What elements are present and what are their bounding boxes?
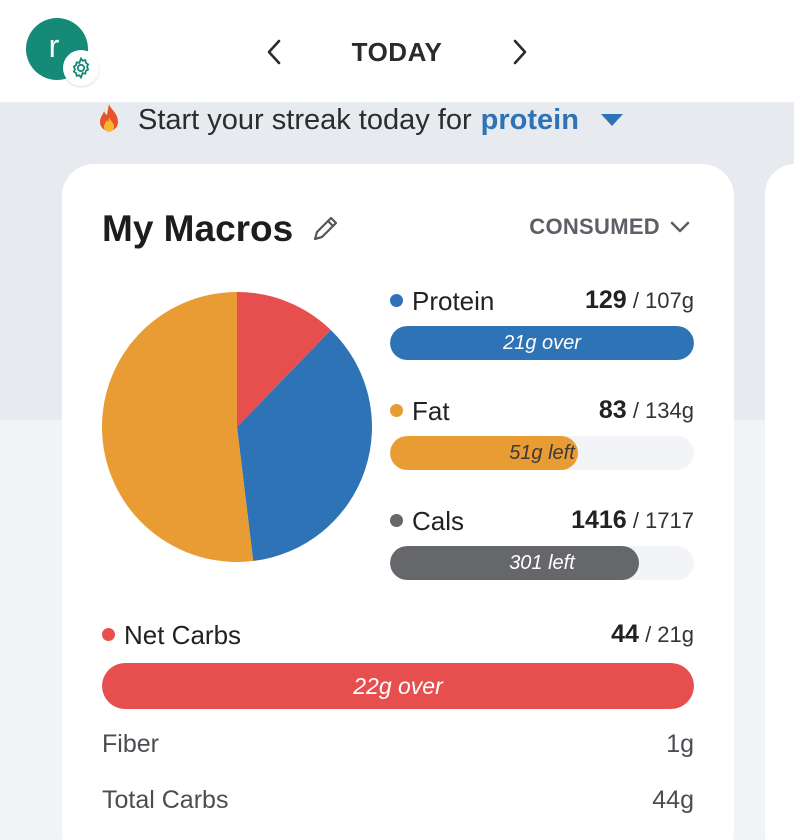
fat-progress-bar: 51g left bbox=[390, 436, 694, 470]
net-carbs-dot bbox=[102, 628, 115, 641]
next-day-button[interactable] bbox=[500, 30, 540, 74]
macros-card: My Macros CONSUMED Protein 129 / 107g 21… bbox=[62, 164, 734, 840]
cals-dot bbox=[390, 514, 403, 527]
fat-row: Fat 83 / 134g 51g left bbox=[390, 396, 694, 470]
caret-down-icon[interactable] bbox=[599, 112, 625, 128]
chevron-left-icon bbox=[267, 39, 281, 65]
chevron-right-icon bbox=[513, 39, 527, 65]
flame-icon bbox=[92, 102, 126, 138]
net-carbs-target: / 21g bbox=[638, 622, 694, 647]
total-carbs-label: Total Carbs bbox=[102, 786, 229, 814]
protein-row: Protein 129 / 107g 21g over bbox=[390, 286, 694, 360]
cals-label: Cals bbox=[390, 506, 464, 537]
streak-text: Start your streak today for bbox=[138, 103, 472, 136]
fat-consumed: 83 bbox=[598, 396, 627, 424]
card-title: My Macros bbox=[102, 208, 341, 250]
net-carbs-consumed: 44 bbox=[611, 620, 639, 648]
avatar-letter: r bbox=[48, 28, 60, 64]
fat-amount: 83 / 134g bbox=[599, 396, 694, 425]
fat-label-text: Fat bbox=[412, 396, 450, 426]
view-mode-label: CONSUMED bbox=[529, 214, 660, 239]
cals-amount: 1416 / 1717 bbox=[571, 506, 694, 535]
net-carbs-status: 22g over bbox=[353, 672, 443, 699]
cals-label-text: Cals bbox=[412, 506, 465, 536]
previous-day-button[interactable] bbox=[254, 30, 294, 74]
fat-label: Fat bbox=[390, 396, 450, 427]
pencil-icon[interactable] bbox=[309, 213, 341, 245]
net-carbs-label: Net Carbs bbox=[102, 620, 241, 651]
protein-progress-bar: 21g over bbox=[390, 326, 694, 360]
top-header: r TODAY bbox=[0, 0, 794, 103]
cals-status: 301 left bbox=[509, 551, 575, 574]
streak-banner[interactable]: Start your streak today for protein bbox=[92, 98, 625, 142]
protein-amount: 129 / 107g bbox=[585, 286, 694, 315]
pie-slice-fat bbox=[101, 292, 254, 562]
cals-progress-bar: 301 left bbox=[390, 546, 694, 580]
streak-macro-selector[interactable]: protein bbox=[481, 104, 579, 137]
fat-dot bbox=[390, 404, 403, 417]
cals-row: Cals 1416 / 1717 301 left bbox=[390, 506, 694, 580]
total-carbs-value: 44g bbox=[652, 786, 694, 814]
protein-dot bbox=[390, 294, 403, 307]
fiber-value: 1g bbox=[666, 730, 694, 758]
protein-consumed: 129 bbox=[585, 286, 627, 314]
date-title: TODAY bbox=[351, 37, 443, 67]
fiber-row: Fiber 1g bbox=[102, 730, 694, 759]
net-carbs-label-text: Net Carbs bbox=[124, 620, 242, 650]
fat-target: / 134g bbox=[626, 398, 694, 423]
macro-pie-chart bbox=[101, 292, 372, 562]
net-carbs-amount: 44 / 21g bbox=[611, 620, 694, 649]
protein-target: / 107g bbox=[626, 288, 694, 313]
fat-status: 51g left bbox=[509, 441, 575, 464]
cals-target: / 1717 bbox=[626, 508, 694, 533]
net-carbs-row: Net Carbs 44 / 21g 22g over bbox=[102, 620, 694, 709]
cals-consumed: 1416 bbox=[571, 506, 627, 534]
protein-label-text: Protein bbox=[412, 286, 495, 316]
gear-icon[interactable] bbox=[63, 50, 99, 86]
protein-status: 21g over bbox=[503, 331, 581, 354]
net-carbs-progress-bar: 22g over bbox=[102, 663, 694, 709]
card-title-text: My Macros bbox=[102, 208, 294, 249]
fiber-label: Fiber bbox=[102, 730, 159, 758]
chevron-down-icon bbox=[670, 220, 690, 234]
total-carbs-row: Total Carbs 44g bbox=[102, 786, 694, 815]
protein-label: Protein bbox=[390, 286, 494, 317]
next-card-peek bbox=[765, 164, 794, 840]
view-mode-dropdown[interactable]: CONSUMED bbox=[529, 214, 690, 240]
